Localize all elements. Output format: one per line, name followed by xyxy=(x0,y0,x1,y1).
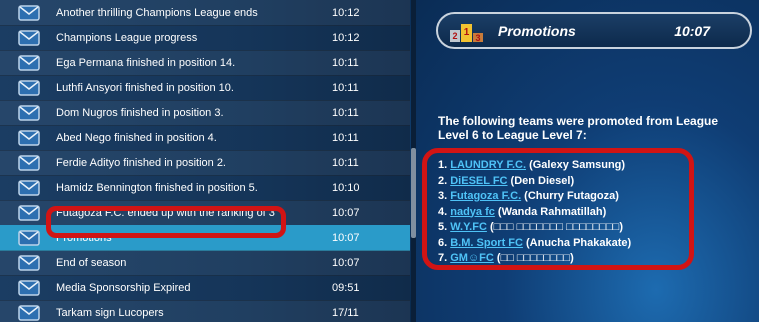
detail-header: 2 1 3 Promotions 10:07 xyxy=(436,12,752,49)
envelope-icon xyxy=(18,204,40,221)
message-time: 10:12 xyxy=(332,31,360,44)
promotion-intro-text: The following teams were promoted from L… xyxy=(438,114,719,142)
envelope-icon xyxy=(18,79,40,96)
message-subject: Ega Permana finished in position 14. xyxy=(56,56,236,69)
message-subject: Luthfi Ansyori finished in position 10. xyxy=(56,81,234,94)
message-row[interactable]: Ferdie Adityo finished in position 2. 10:… xyxy=(0,150,410,176)
message-time: 10:07 xyxy=(332,256,360,269)
svg-text:2: 2 xyxy=(452,31,457,41)
message-subject: Ferdie Adityo finished in position 2. xyxy=(56,156,226,169)
envelope-icon xyxy=(18,179,40,196)
message-icon-holder xyxy=(16,279,42,297)
message-icon-holder xyxy=(16,129,42,147)
message-icon-holder xyxy=(16,179,42,197)
detail-title: Promotions xyxy=(498,22,576,39)
message-row[interactable]: End of season 10:07 xyxy=(0,250,410,276)
annotation-highlight-teams xyxy=(422,148,694,270)
detail-time: 10:07 xyxy=(674,22,710,39)
message-subject: End of season xyxy=(56,256,127,269)
message-time: 10:11 xyxy=(332,106,359,119)
message-time: 17/11 xyxy=(332,306,359,319)
envelope-icon xyxy=(18,254,40,271)
message-time: 10:11 xyxy=(332,131,359,144)
message-icon-holder xyxy=(16,204,42,222)
message-icon-holder xyxy=(16,29,42,47)
message-row[interactable]: Champions League progress 10:12 xyxy=(0,25,410,51)
envelope-icon xyxy=(18,304,40,321)
message-time: 10:11 xyxy=(332,81,359,94)
message-subject: Champions League progress xyxy=(56,31,198,44)
message-row[interactable]: Media Sponsorship Expired 09:51 xyxy=(0,275,410,301)
svg-text:1: 1 xyxy=(464,27,470,38)
message-row[interactable]: Dom Nugros finished in position 3. 10:11 xyxy=(0,100,410,126)
message-subject: Media Sponsorship Expired xyxy=(56,281,191,294)
message-subject: Abed Nego finished in position 4. xyxy=(56,131,217,144)
message-row[interactable]: Ega Permana finished in position 14. 10:1… xyxy=(0,50,410,76)
message-row[interactable]: Tarkam sign Lucopers 17/11 xyxy=(0,300,410,322)
message-time: 10:11 xyxy=(332,156,359,169)
message-time: 10:12 xyxy=(332,6,360,19)
message-time: 10:11 xyxy=(332,56,359,69)
envelope-icon xyxy=(18,4,40,21)
svg-text:3: 3 xyxy=(475,33,480,43)
message-icon-holder xyxy=(16,254,42,272)
message-subject: Dom Nugros finished in position 3. xyxy=(56,106,224,119)
envelope-icon xyxy=(18,129,40,146)
message-row[interactable]: Another thrilling Champions League ends 1… xyxy=(0,0,410,26)
envelope-icon xyxy=(18,29,40,46)
message-icon-holder xyxy=(16,229,42,247)
message-time: 09:51 xyxy=(332,281,360,294)
message-icon-holder xyxy=(16,79,42,97)
message-icon-holder xyxy=(16,104,42,122)
message-subject: Hamidz Bennington finished in position 5… xyxy=(56,181,258,194)
message-time: 10:07 xyxy=(332,231,360,244)
envelope-icon xyxy=(18,229,40,246)
message-time: 10:10 xyxy=(332,181,360,194)
envelope-icon xyxy=(18,104,40,121)
message-row[interactable]: Abed Nego finished in position 4. 10:11 xyxy=(0,125,410,151)
envelope-icon xyxy=(18,154,40,171)
message-row[interactable]: Luthfi Ansyori finished in position 10. 1… xyxy=(0,75,410,101)
message-icon-holder xyxy=(16,154,42,172)
message-icon-holder xyxy=(16,304,42,322)
envelope-icon xyxy=(18,54,40,71)
message-row[interactable]: Hamidz Bennington finished in position 5… xyxy=(0,175,410,201)
message-subject: Tarkam sign Lucopers xyxy=(56,306,164,319)
message-subject: Another thrilling Champions League ends xyxy=(56,6,258,19)
annotation-highlight-message xyxy=(46,206,286,238)
trophy-podium-icon: 2 1 3 xyxy=(450,23,483,43)
message-icon-holder xyxy=(16,54,42,72)
message-time: 10:07 xyxy=(332,206,360,219)
envelope-icon xyxy=(18,279,40,296)
message-icon-holder xyxy=(16,4,42,22)
message-list[interactable]: Another thrilling Champions League ends 1… xyxy=(0,0,410,322)
